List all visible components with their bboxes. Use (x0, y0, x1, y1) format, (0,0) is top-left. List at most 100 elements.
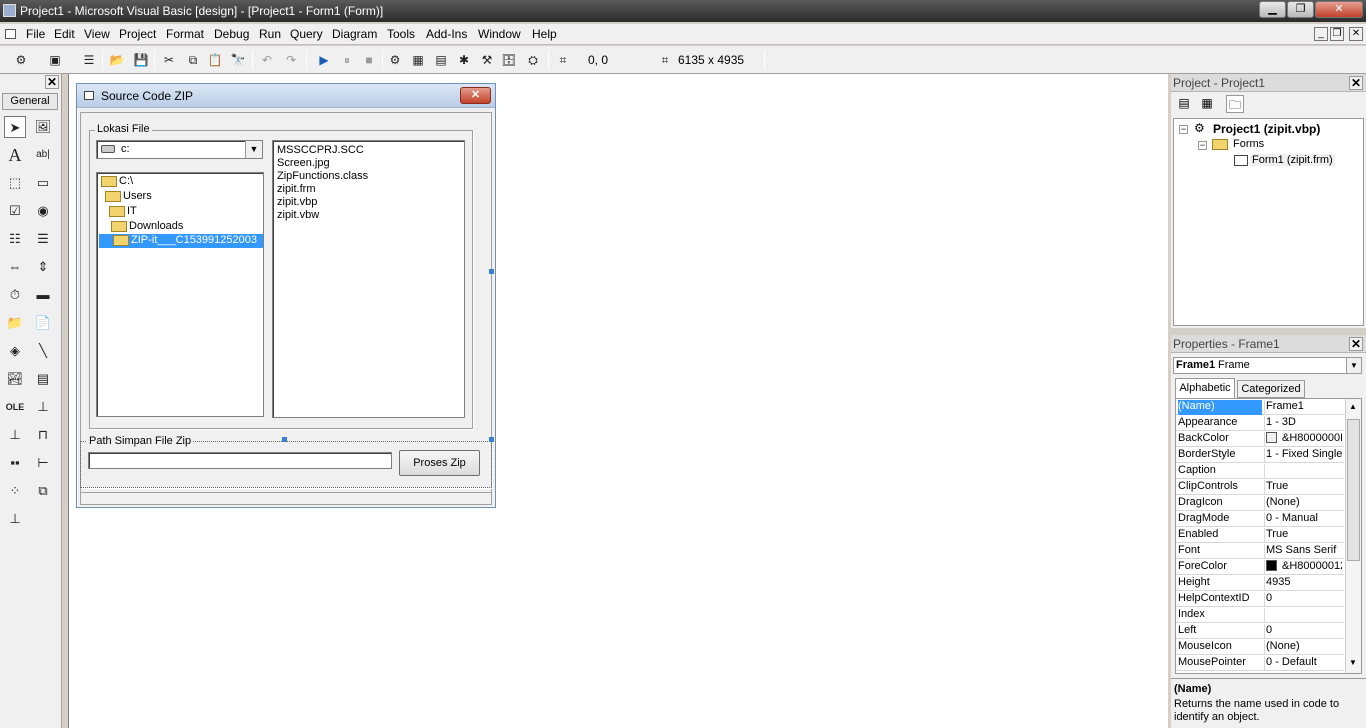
dir-listbox[interactable]: C:\ Users IT Downloads ZIP-it___C1539912… (96, 172, 264, 417)
listview-icon[interactable]: ⁘ (4, 480, 26, 502)
end-icon[interactable]: ■ (360, 51, 378, 69)
timer-icon[interactable]: ⏱ (4, 284, 26, 306)
frame-icon[interactable]: ⬚ (4, 172, 26, 194)
data-icon[interactable]: ▤ (32, 368, 54, 390)
property-row[interactable]: HelpContextID 0 (1176, 591, 1344, 607)
form1-item[interactable]: Form1 (zipit.frm) (1250, 154, 1335, 166)
tree-collapse-icon[interactable]: − (1198, 141, 1207, 150)
project-close-icon[interactable]: ✕ (1349, 76, 1363, 90)
copy-icon[interactable]: ⧉ (184, 51, 202, 69)
start-icon[interactable]: ▶ (315, 51, 333, 69)
file-item[interactable]: zipit.vbp (277, 196, 317, 208)
property-row[interactable]: Left 0 (1176, 623, 1344, 639)
property-row[interactable]: Height 4935 (1176, 575, 1344, 591)
file-item[interactable]: MSSCCPRJ.SCC (277, 144, 364, 156)
mdi-minimize-button[interactable]: _ (1314, 27, 1328, 41)
property-value[interactable]: 1 - 3D (1264, 416, 1342, 431)
property-value[interactable]: True (1264, 480, 1342, 495)
resize-handle[interactable] (489, 437, 494, 442)
combobox-icon[interactable]: ☷ (4, 228, 26, 250)
menu-window[interactable]: Window (478, 27, 521, 41)
property-value[interactable]: (None) (1264, 640, 1342, 655)
dir-item[interactable]: Users (105, 190, 152, 202)
commandbutton-icon[interactable]: ▭ (32, 172, 54, 194)
scroll-down-icon[interactable]: ▼ (1349, 658, 1357, 667)
property-row[interactable]: DragIcon (None) (1176, 495, 1344, 511)
undo-icon[interactable]: ↶ (258, 51, 276, 69)
path-textbox[interactable] (88, 452, 392, 469)
component-manager-icon[interactable]: ⛭ (524, 51, 542, 69)
menu-project[interactable]: Project (119, 27, 156, 41)
mdi-close-button[interactable]: ✕ (1349, 27, 1363, 41)
vscrollbar-icon[interactable]: ⇕ (32, 256, 54, 278)
property-value[interactable]: MS Sans Serif (1264, 544, 1342, 559)
checkbox-icon[interactable]: ☑ (4, 200, 26, 222)
tab-categorized[interactable]: Categorized (1237, 380, 1305, 398)
properties-close-icon[interactable]: ✕ (1349, 337, 1363, 351)
project-root[interactable]: Project1 (zipit.vbp) (1213, 122, 1320, 136)
property-row[interactable]: Caption (1176, 463, 1344, 479)
property-value[interactable] (1264, 464, 1342, 479)
scroll-thumb[interactable] (1347, 419, 1360, 561)
property-value[interactable]: Frame1 (1264, 400, 1342, 415)
file-item[interactable]: zipit.frm (277, 183, 316, 195)
maximize-button[interactable]: ❐ (1287, 1, 1314, 18)
menu-debug[interactable]: Debug (214, 27, 249, 41)
pointer-icon[interactable]: ➤ (4, 116, 26, 138)
progressbar-icon[interactable]: ▪▪ (4, 452, 26, 474)
add-project-icon[interactable]: ⚙ (12, 51, 30, 69)
properties-window-icon[interactable]: ▦ (409, 51, 427, 69)
toggle-folders-icon[interactable]: 🗀 (1226, 95, 1244, 113)
view-code-icon[interactable]: ▤ (1176, 96, 1192, 112)
save-project-icon[interactable]: 💾 (132, 51, 150, 69)
updown-icon[interactable]: ⊥ (32, 396, 54, 418)
statusbar-icon[interactable]: ⊥ (4, 508, 26, 530)
property-row[interactable]: BorderStyle 1 - Fixed Single (1176, 447, 1344, 463)
property-value[interactable]: 0 (1264, 592, 1342, 607)
paste-icon[interactable]: 📋 (206, 51, 224, 69)
filelistbox-icon[interactable]: 📄 (32, 312, 54, 334)
close-button[interactable]: ✕ (1315, 1, 1363, 18)
menu-format[interactable]: Format (166, 27, 204, 41)
slider-icon[interactable]: ⊥ (4, 424, 26, 446)
property-row[interactable]: BackColor &H8000000F (1176, 431, 1344, 447)
menu-query[interactable]: Query (290, 27, 323, 41)
property-value[interactable]: 4935 (1264, 576, 1342, 591)
property-row[interactable]: Appearance 1 - 3D (1176, 415, 1344, 431)
picturebox-icon[interactable]: 🖼 (32, 116, 54, 138)
toolbox-tab-general[interactable]: General (2, 93, 58, 110)
menu-help[interactable]: Help (532, 27, 557, 41)
data-view-icon[interactable]: 🗄 (500, 51, 518, 69)
menu-diagram[interactable]: Diagram (332, 27, 377, 41)
tabstrip-icon[interactable]: ⊓ (32, 424, 54, 446)
property-row[interactable]: ForeColor &H80000012 (1176, 559, 1344, 575)
image-icon[interactable]: 🏞 (4, 368, 26, 390)
property-row[interactable]: (Name) Frame1 (1176, 399, 1344, 415)
property-row[interactable]: MouseIcon (None) (1176, 639, 1344, 655)
property-value[interactable]: 0 - Manual (1264, 512, 1342, 527)
menu-edit[interactable]: Edit (54, 27, 75, 41)
line-icon[interactable]: ╲ (32, 340, 54, 362)
textbox-icon[interactable]: ab| (32, 144, 54, 166)
object-dropdown-icon[interactable]: ▼ (1346, 358, 1361, 373)
add-form-icon[interactable]: ▣ (46, 51, 64, 69)
toolbox-close-icon[interactable]: ✕ (45, 75, 59, 89)
property-row[interactable]: DragMode 0 - Manual (1176, 511, 1344, 527)
form-close-icon[interactable]: ✕ (460, 87, 491, 104)
property-row[interactable]: Enabled True (1176, 527, 1344, 543)
mdi-restore-button[interactable]: ❐ (1330, 27, 1344, 41)
object-browser-icon[interactable]: ✱ (455, 51, 473, 69)
hscrollbar-icon[interactable]: ⇔ (4, 256, 26, 278)
imagelist-icon[interactable]: ⧉ (32, 480, 54, 502)
ole-icon[interactable]: OLE (4, 396, 26, 418)
property-value[interactable]: True (1264, 528, 1342, 543)
property-value[interactable]: (None) (1264, 496, 1342, 511)
file-item[interactable]: Screen.jpg (277, 157, 330, 169)
shape-icon[interactable]: ◈ (4, 340, 26, 362)
menu-view[interactable]: View (84, 27, 110, 41)
minimize-button[interactable]: ▁ (1259, 1, 1286, 18)
drive-listbox[interactable]: c: ▼ (96, 140, 263, 159)
property-value[interactable]: 0 - Default (1264, 656, 1342, 671)
scroll-up-icon[interactable]: ▲ (1349, 402, 1357, 411)
resize-handle[interactable] (282, 437, 287, 442)
